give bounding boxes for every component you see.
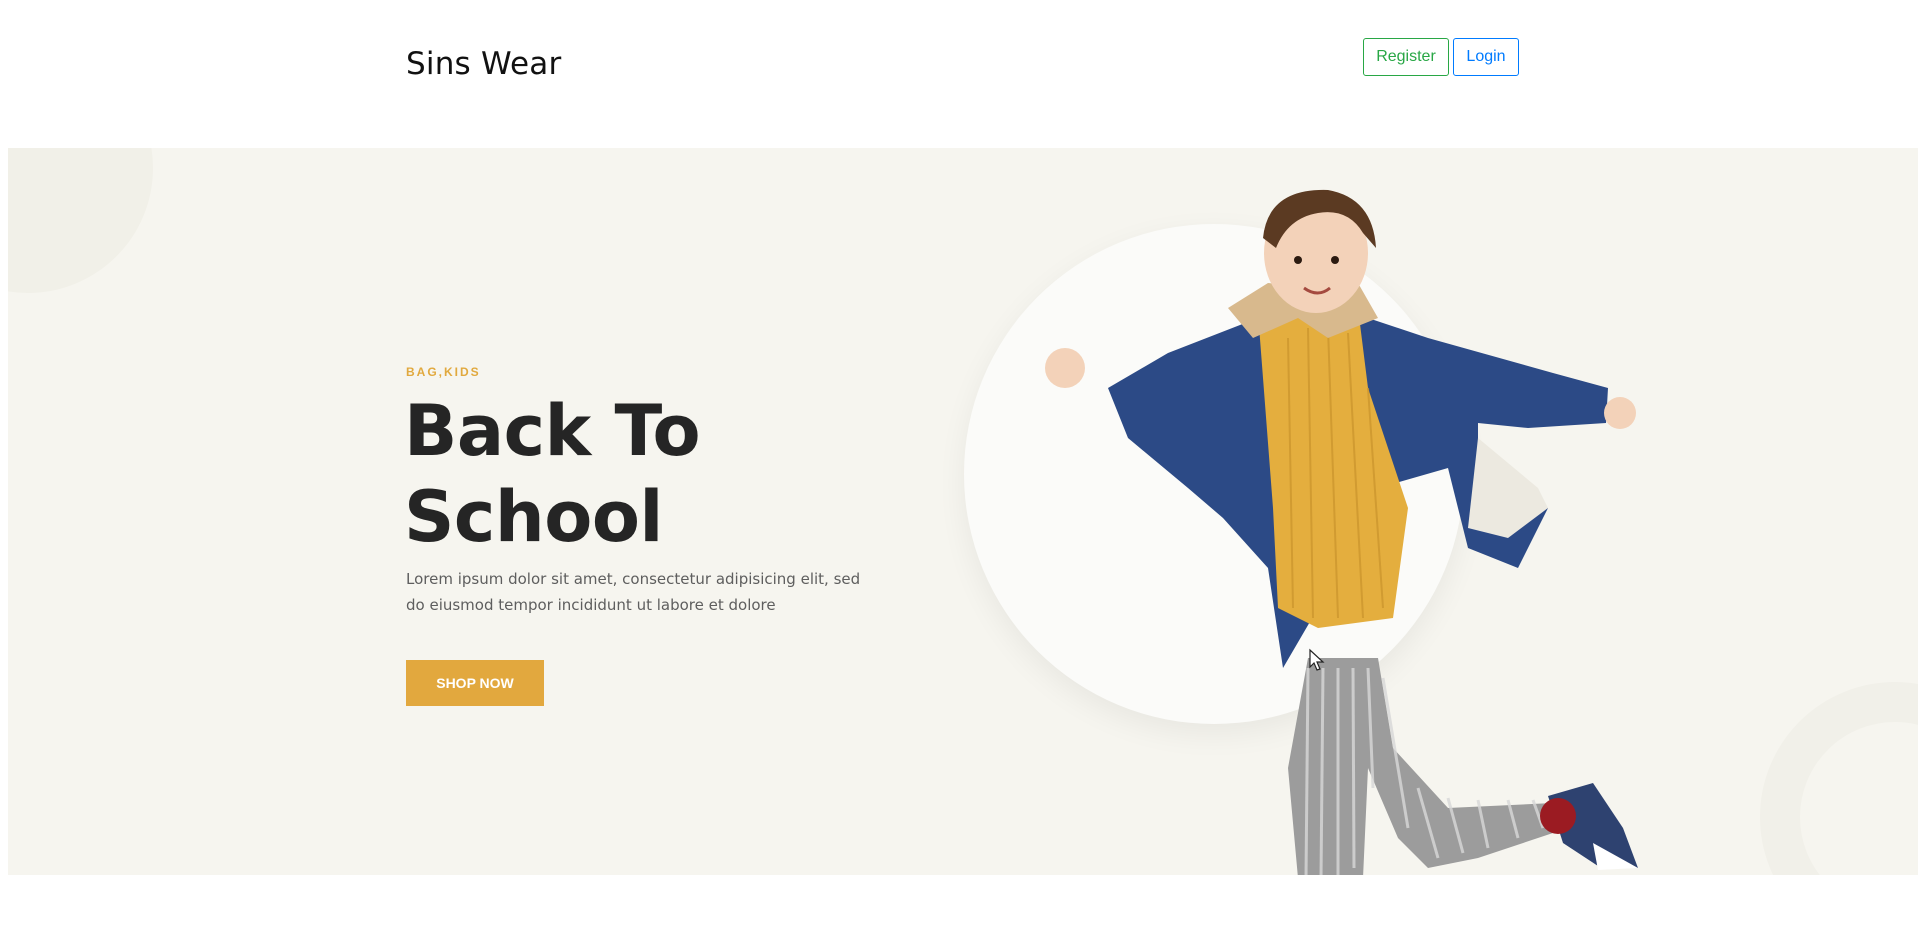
hero-kid-image <box>1045 189 1638 875</box>
hero-title-line2: School <box>404 476 663 558</box>
mouse-pointer-icon <box>1309 648 1325 671</box>
decorative-ring <box>1760 682 1918 875</box>
brand-logo[interactable]: Sins Wear <box>406 46 561 82</box>
register-button[interactable]: Register <box>1363 38 1449 76</box>
decorative-circle <box>8 148 153 293</box>
shop-now-button[interactable]: SHOP NOW <box>406 660 544 706</box>
login-button[interactable]: Login <box>1453 38 1519 76</box>
hero-title: Back To School <box>404 388 924 560</box>
hero-category-tag: BAG,KIDS <box>406 365 481 379</box>
hero-banner: BAG,KIDS Back To School Lorem ipsum dolo… <box>8 148 1918 875</box>
hero-title-line1: Back To <box>404 390 701 472</box>
hero-description: Lorem ipsum dolor sit amet, consectetur … <box>406 570 861 614</box>
site-header: Sins Wear Register Login <box>0 0 1926 148</box>
